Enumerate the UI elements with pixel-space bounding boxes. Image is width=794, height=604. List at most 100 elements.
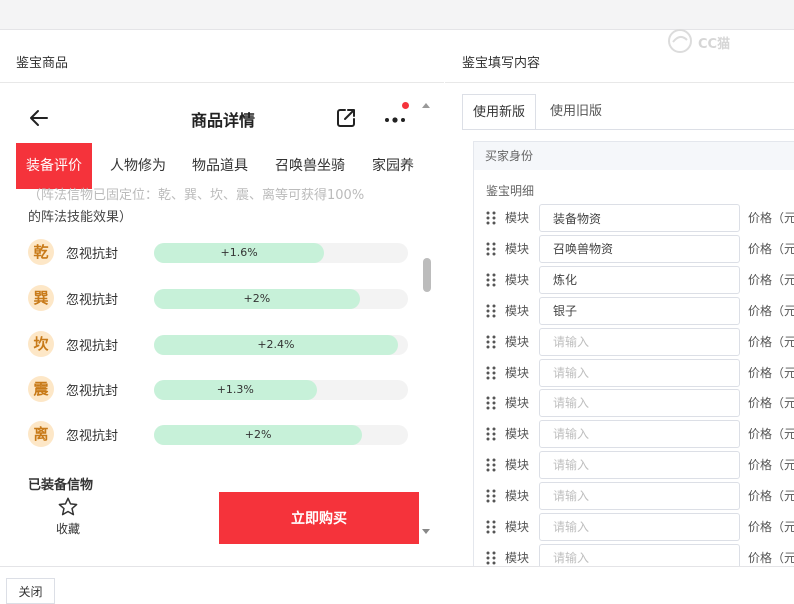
drag-handle-icon[interactable] xyxy=(486,427,496,441)
module-input[interactable] xyxy=(539,513,740,541)
drag-handle-icon[interactable] xyxy=(486,520,496,534)
trigram-badge: 乾 xyxy=(28,239,54,265)
price-label: 价格（元 xyxy=(748,272,794,287)
module-label: 模块 xyxy=(505,427,530,442)
skill-progress-track: +2% xyxy=(154,289,408,309)
drag-handle-icon[interactable] xyxy=(486,304,496,318)
price-label: 价格（元 xyxy=(748,334,794,349)
module-input[interactable] xyxy=(539,451,740,480)
tab-items[interactable]: 物品道具 xyxy=(192,143,248,189)
module-row: 模块 价格（元 xyxy=(486,358,794,387)
skill-progress-track: +1.3% xyxy=(154,380,408,400)
equipped-items-title: 已装备信物 xyxy=(28,478,94,493)
drag-handle-icon[interactable] xyxy=(486,211,496,225)
right-divider xyxy=(445,82,794,83)
appraisal-detail-label: 鉴宝明细 xyxy=(486,184,535,198)
phone-header: 商品详情 xyxy=(16,93,430,143)
favorite-button[interactable]: 收藏 xyxy=(46,496,90,540)
module-input[interactable] xyxy=(539,296,740,325)
module-row: 模块 价格（元 xyxy=(486,482,794,511)
skill-value: +1.3% xyxy=(216,383,254,396)
module-row: 模块 价格（元 xyxy=(486,420,794,449)
trigram-badge: 坎 xyxy=(28,331,54,357)
module-label: 模块 xyxy=(505,396,530,411)
price-label: 价格（元 xyxy=(748,458,794,473)
left-section-title: 鉴宝商品 xyxy=(16,56,69,71)
description-line-faded: （阵法信物已固定位：乾、巽、坎、震、离等可获得100% xyxy=(28,188,365,203)
buy-now-button[interactable]: 立即购买 xyxy=(219,492,419,544)
module-label: 模块 xyxy=(505,241,530,256)
description-line: 的阵法技能效果） xyxy=(28,210,133,225)
drag-handle-icon[interactable] xyxy=(486,458,496,472)
module-label: 模块 xyxy=(505,334,530,349)
star-icon xyxy=(58,497,78,516)
close-button[interactable]: 关闭 xyxy=(6,578,55,604)
module-row: 模块 价格（元 xyxy=(486,389,794,418)
skill-name: 忽视抗封 xyxy=(66,429,119,444)
skill-row: 乾忽视抗封 +1.6% xyxy=(28,235,424,271)
phone-preview: 商品详情 装备评价 人物修为 物品道具 召唤兽坐骑 家园养 （阵法信物已固定位：… xyxy=(16,93,430,545)
skill-row: 震忽视抗封 +1.3% xyxy=(28,372,424,408)
trigram-badge: 巽 xyxy=(28,285,54,311)
notification-dot xyxy=(402,102,409,109)
module-input[interactable] xyxy=(539,389,740,418)
module-input[interactable] xyxy=(539,204,740,232)
price-label: 价格（元 xyxy=(748,427,794,442)
tab-old-version[interactable]: 使用旧版 xyxy=(540,94,612,130)
module-label: 模块 xyxy=(505,365,530,380)
module-input[interactable] xyxy=(539,327,740,356)
drag-handle-icon[interactable] xyxy=(486,551,496,565)
skill-name: 忽视抗封 xyxy=(66,293,119,308)
buyer-identity-header: 买家身份 xyxy=(474,142,794,170)
tab-summons-mounts[interactable]: 召唤兽坐骑 xyxy=(275,143,345,189)
page-title: 商品详情 xyxy=(190,111,255,130)
module-label: 模块 xyxy=(505,458,530,473)
drag-handle-icon[interactable] xyxy=(486,242,496,256)
module-input[interactable] xyxy=(539,234,740,263)
module-input[interactable] xyxy=(539,482,740,511)
scroll-down-arrow-icon[interactable] xyxy=(422,529,430,534)
module-row: 模块 价格（元 xyxy=(486,327,794,356)
module-row: 模块 价格（元 xyxy=(486,265,794,294)
top-bar xyxy=(0,0,794,30)
right-section-title: 鉴宝填写内容 xyxy=(462,56,541,71)
module-label: 模块 xyxy=(505,303,530,318)
price-label: 价格（元 xyxy=(748,396,794,411)
tab-character-cultivation[interactable]: 人物修为 xyxy=(110,143,166,189)
module-row: 模块 价格（元 xyxy=(486,513,794,541)
trigram-badge: 离 xyxy=(28,421,54,447)
module-input[interactable] xyxy=(539,420,740,449)
watermark-text: CC猫 xyxy=(698,37,731,52)
module-row: 模块 价格（元 xyxy=(486,451,794,480)
tab-new-version[interactable]: 使用新版 xyxy=(462,94,537,130)
drag-handle-icon[interactable] xyxy=(486,335,496,349)
module-label: 模块 xyxy=(505,489,530,504)
module-input[interactable] xyxy=(539,265,740,294)
skill-value: +1.6% xyxy=(220,246,258,259)
module-input[interactable] xyxy=(539,358,740,387)
module-row: 模块 价格（元 xyxy=(486,234,794,263)
price-label: 价格（元 xyxy=(748,550,794,565)
drag-handle-icon[interactable] xyxy=(486,273,496,287)
drag-handle-icon[interactable] xyxy=(486,396,496,410)
module-label: 模块 xyxy=(505,211,530,225)
drag-handle-icon[interactable] xyxy=(486,489,496,503)
module-label: 模块 xyxy=(505,272,530,287)
favorite-label: 收藏 xyxy=(55,522,80,536)
tab-equipment-review[interactable]: 装备评价 xyxy=(16,143,92,189)
price-label: 价格（元 xyxy=(748,365,794,380)
more-icon[interactable] xyxy=(382,106,410,130)
scroll-up-arrow-icon[interactable] xyxy=(422,103,430,108)
skill-name: 忽视抗封 xyxy=(66,384,119,399)
skill-name: 忽视抗封 xyxy=(66,247,119,262)
drag-handle-icon[interactable] xyxy=(486,366,496,380)
price-label: 价格（元 xyxy=(748,303,794,318)
skill-progress-track: +2.4% xyxy=(154,335,408,355)
trigram-badge: 震 xyxy=(28,376,54,402)
skill-value: +2.4% xyxy=(257,338,295,351)
share-icon[interactable] xyxy=(334,106,358,130)
phone-scrollbar-thumb[interactable] xyxy=(423,258,431,292)
skill-value: +2% xyxy=(243,292,271,305)
tab-home[interactable]: 家园养 xyxy=(372,143,414,189)
price-label: 价格（元 xyxy=(748,520,794,534)
